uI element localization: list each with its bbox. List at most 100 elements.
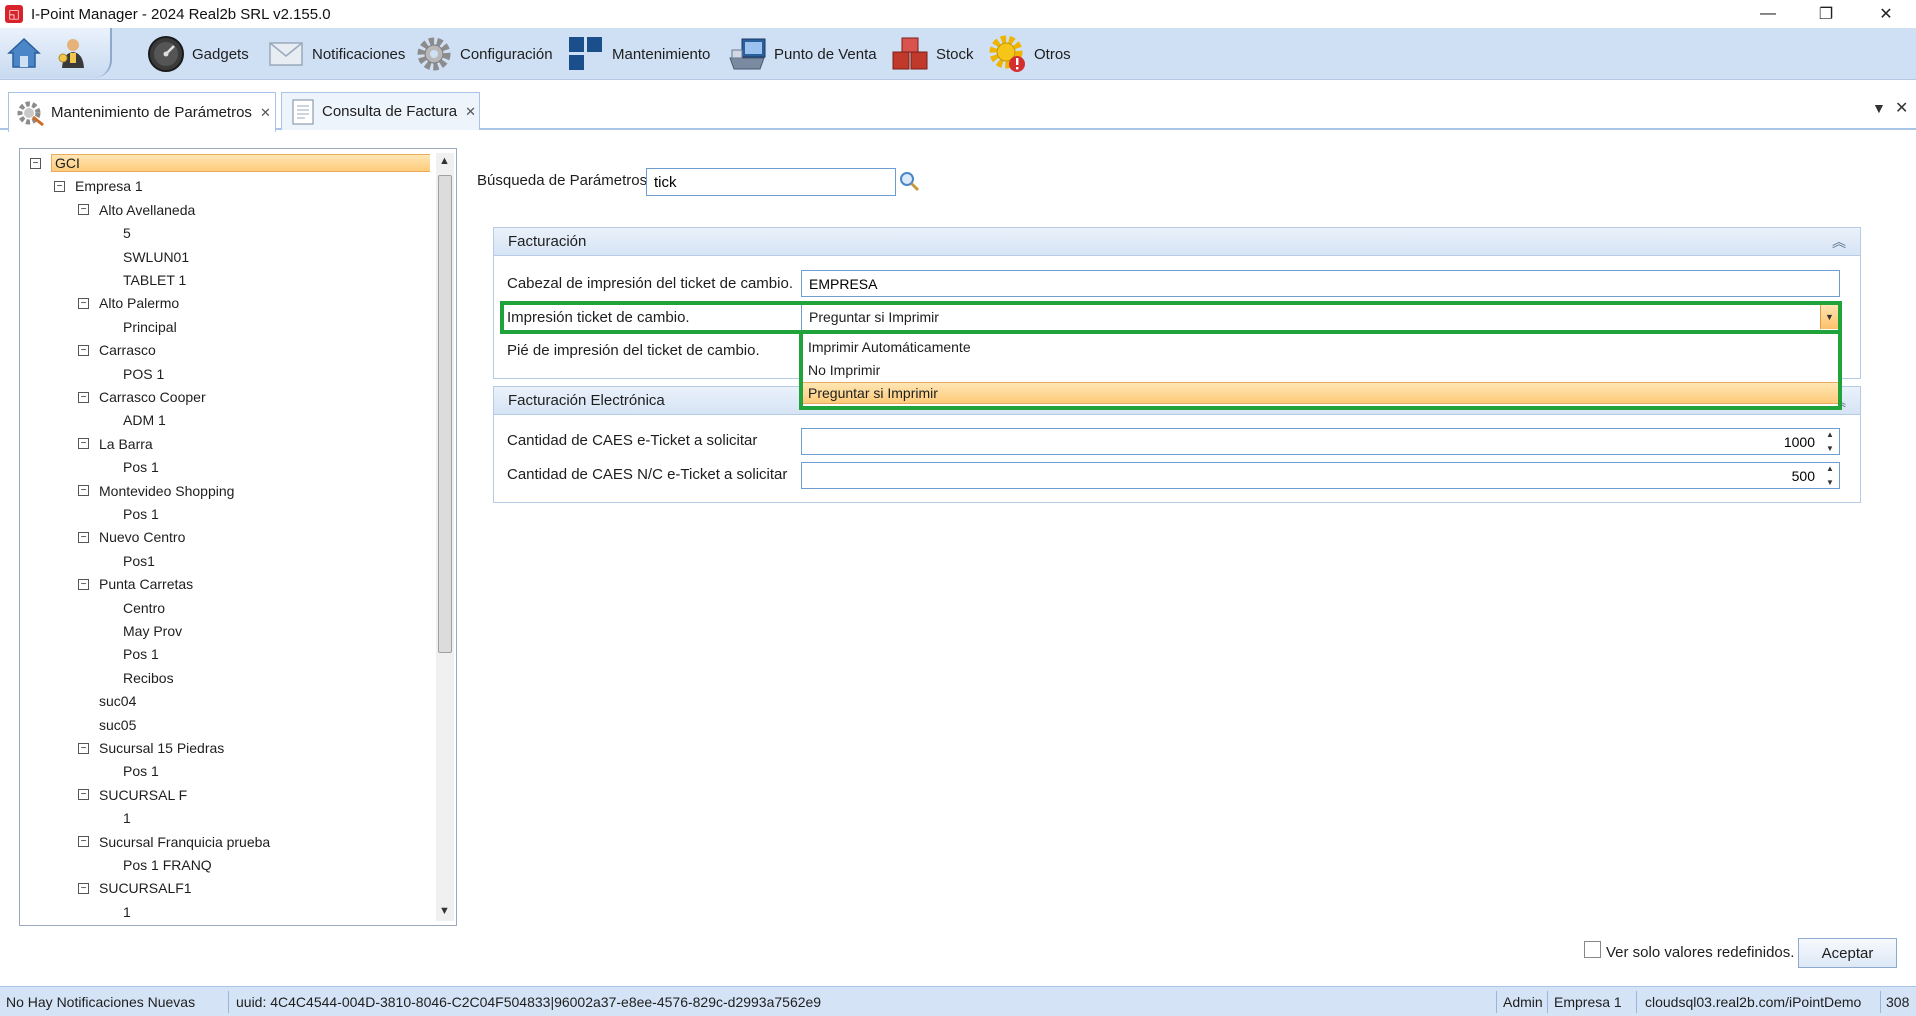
- tab-list-dropdown-icon[interactable]: ▼: [1872, 100, 1886, 116]
- tree-collapse-icon[interactable]: −: [78, 204, 89, 216]
- tree-node[interactable]: Pos 1: [102, 644, 159, 664]
- tree-node-label: SUCURSALF1: [99, 880, 192, 897]
- caes-nc-spin-icon[interactable]: ▲ ▼: [1823, 462, 1837, 489]
- status-separator: [228, 991, 229, 1013]
- toolbar-punto-de-venta[interactable]: Punto de Venta: [728, 32, 877, 76]
- tree-node[interactable]: suc04: [78, 691, 136, 711]
- tree-collapse-icon[interactable]: −: [78, 438, 89, 450]
- tab-consulta-de-factura[interactable]: Consulta de Factura ✕: [281, 92, 480, 130]
- tree-node-label: TABLET 1: [123, 272, 187, 288]
- home-button[interactable]: [4, 34, 44, 72]
- tree-node[interactable]: Pos1: [102, 551, 155, 571]
- toolbar-stock[interactable]: Stock: [890, 32, 974, 76]
- tree-collapse-icon[interactable]: −: [78, 882, 89, 894]
- tree-node[interactable]: Centro: [102, 598, 165, 618]
- tree-node[interactable]: − GCI: [30, 153, 430, 173]
- search-icon[interactable]: [898, 170, 920, 192]
- tree-collapse-icon[interactable]: −: [78, 789, 89, 801]
- tree-node[interactable]: Pos 1: [102, 457, 159, 477]
- tree-node[interactable]: Principal: [102, 317, 177, 337]
- status-notifications[interactable]: No Hay Notificaciones Nuevas: [6, 987, 195, 1016]
- tree-node[interactable]: − Punta Carretas: [78, 574, 193, 594]
- scroll-down-icon[interactable]: ▼: [439, 905, 450, 917]
- tree-node[interactable]: 1: [102, 808, 131, 828]
- toolbar-mantenimiento[interactable]: Mantenimiento: [566, 32, 710, 76]
- tree-node[interactable]: − Sucursal Franquicia prueba: [78, 832, 270, 852]
- status-separator: [1636, 991, 1637, 1013]
- tree-collapse-icon[interactable]: −: [54, 180, 65, 192]
- tree-node[interactable]: − Nuevo Centro: [78, 527, 185, 547]
- tree-node[interactable]: − Sucursal 15 Piedras: [78, 738, 224, 758]
- gear-alert-icon: [988, 34, 1028, 74]
- tree-node[interactable]: − Alto Palermo: [78, 293, 179, 313]
- tree-node[interactable]: − Alto Avellaneda: [78, 200, 195, 220]
- tree-collapse-icon[interactable]: −: [78, 578, 89, 590]
- tree-node[interactable]: − Montevideo Shopping: [78, 481, 234, 501]
- tree-node[interactable]: − Carrasco Cooper: [78, 387, 206, 407]
- tab-close-icon[interactable]: ✕: [465, 104, 476, 120]
- user-key-icon: [58, 39, 84, 68]
- cabezal-input[interactable]: [801, 270, 1840, 297]
- status-code: 308: [1886, 994, 1910, 1010]
- search-input[interactable]: [646, 168, 896, 196]
- tree-node[interactable]: − Carrasco: [78, 340, 156, 360]
- accept-button[interactable]: Aceptar: [1798, 938, 1897, 968]
- close-window-button[interactable]: ✕: [1858, 0, 1914, 28]
- collapse-icon[interactable]: ︽: [1832, 232, 1846, 252]
- toolbar-configuracion[interactable]: Configuración: [414, 32, 553, 76]
- tree-node[interactable]: Pos 1: [102, 761, 159, 781]
- tree-node[interactable]: POS 1: [102, 364, 164, 384]
- tab-mantenimiento-de-parametros[interactable]: Mantenimiento de Parámetros ✕: [8, 92, 276, 132]
- main-toolbar: Gadgets Notificaciones Configuración Man…: [0, 28, 1916, 80]
- tree-collapse-icon[interactable]: −: [78, 742, 89, 754]
- tree-node[interactable]: SWLUN01: [102, 247, 189, 267]
- tree-node[interactable]: suc05: [78, 715, 136, 735]
- tree-node-label: Pos1: [123, 552, 155, 569]
- toolbar-notificaciones[interactable]: Notificaciones: [266, 32, 405, 76]
- tab-close-icon[interactable]: ✕: [260, 105, 271, 121]
- tree-node[interactable]: − SUCURSAL F: [78, 785, 187, 805]
- app-logo-icon: ◱: [5, 5, 23, 23]
- scroll-up-icon[interactable]: ▲: [439, 155, 450, 167]
- minimize-button[interactable]: —: [1740, 0, 1796, 28]
- toolbar-gadgets[interactable]: Gadgets: [146, 32, 249, 76]
- tree-node[interactable]: Recibos: [102, 668, 174, 688]
- tree-node[interactable]: 5: [102, 223, 131, 243]
- tree-node-label: Carrasco Cooper: [99, 389, 206, 405]
- home-icon: [7, 37, 41, 68]
- tree-node[interactable]: ADM 1: [102, 410, 166, 430]
- scroll-thumb[interactable]: [438, 175, 452, 653]
- tree-node[interactable]: 1: [102, 902, 131, 921]
- restore-button[interactable]: ❐: [1798, 0, 1854, 28]
- tree-node-label: suc05: [99, 716, 137, 733]
- tree-node-label: Carrasco: [99, 342, 156, 359]
- tree-node[interactable]: − SUCURSALF1: [78, 878, 192, 898]
- caes-spin-icon[interactable]: ▲ ▼: [1823, 428, 1837, 455]
- tree-collapse-icon[interactable]: −: [78, 531, 89, 543]
- toolbar-otros[interactable]: Otros: [988, 32, 1071, 76]
- tree-node[interactable]: Pos 1 FRANQ: [102, 855, 212, 875]
- tree-collapse-icon[interactable]: −: [30, 157, 41, 169]
- redefined-only-checkbox[interactable]: [1584, 941, 1601, 958]
- status-bar: No Hay Notificaciones Nuevas uuid: 4C4C4…: [0, 986, 1916, 1016]
- tree-node-label: Montevideo Shopping: [99, 482, 235, 499]
- tree-collapse-icon[interactable]: −: [78, 391, 89, 403]
- tree-scrollbar[interactable]: ▲ ▼: [436, 153, 454, 921]
- tree-node[interactable]: TABLET 1: [102, 270, 186, 290]
- tree-collapse-icon[interactable]: −: [78, 344, 89, 356]
- status-separator: [1547, 991, 1548, 1013]
- tree-node[interactable]: − La Barra: [78, 434, 153, 454]
- highlight-box-dropdown: [799, 330, 1842, 410]
- close-all-tabs-icon[interactable]: ✕: [1895, 98, 1908, 118]
- tree-node[interactable]: − Empresa 1: [54, 176, 143, 196]
- tree-node[interactable]: May Prov: [102, 621, 182, 641]
- caes-nc-stepper[interactable]: [801, 462, 1840, 489]
- tree-collapse-icon[interactable]: −: [78, 485, 89, 497]
- tree-node[interactable]: Pos 1: [102, 504, 159, 524]
- group-title: Facturación: [508, 233, 587, 250]
- user-button[interactable]: [52, 34, 92, 72]
- home-group: [0, 28, 112, 78]
- tree-collapse-icon[interactable]: −: [78, 297, 89, 309]
- caes-stepper[interactable]: [801, 428, 1840, 455]
- tree-collapse-icon[interactable]: −: [78, 836, 89, 848]
